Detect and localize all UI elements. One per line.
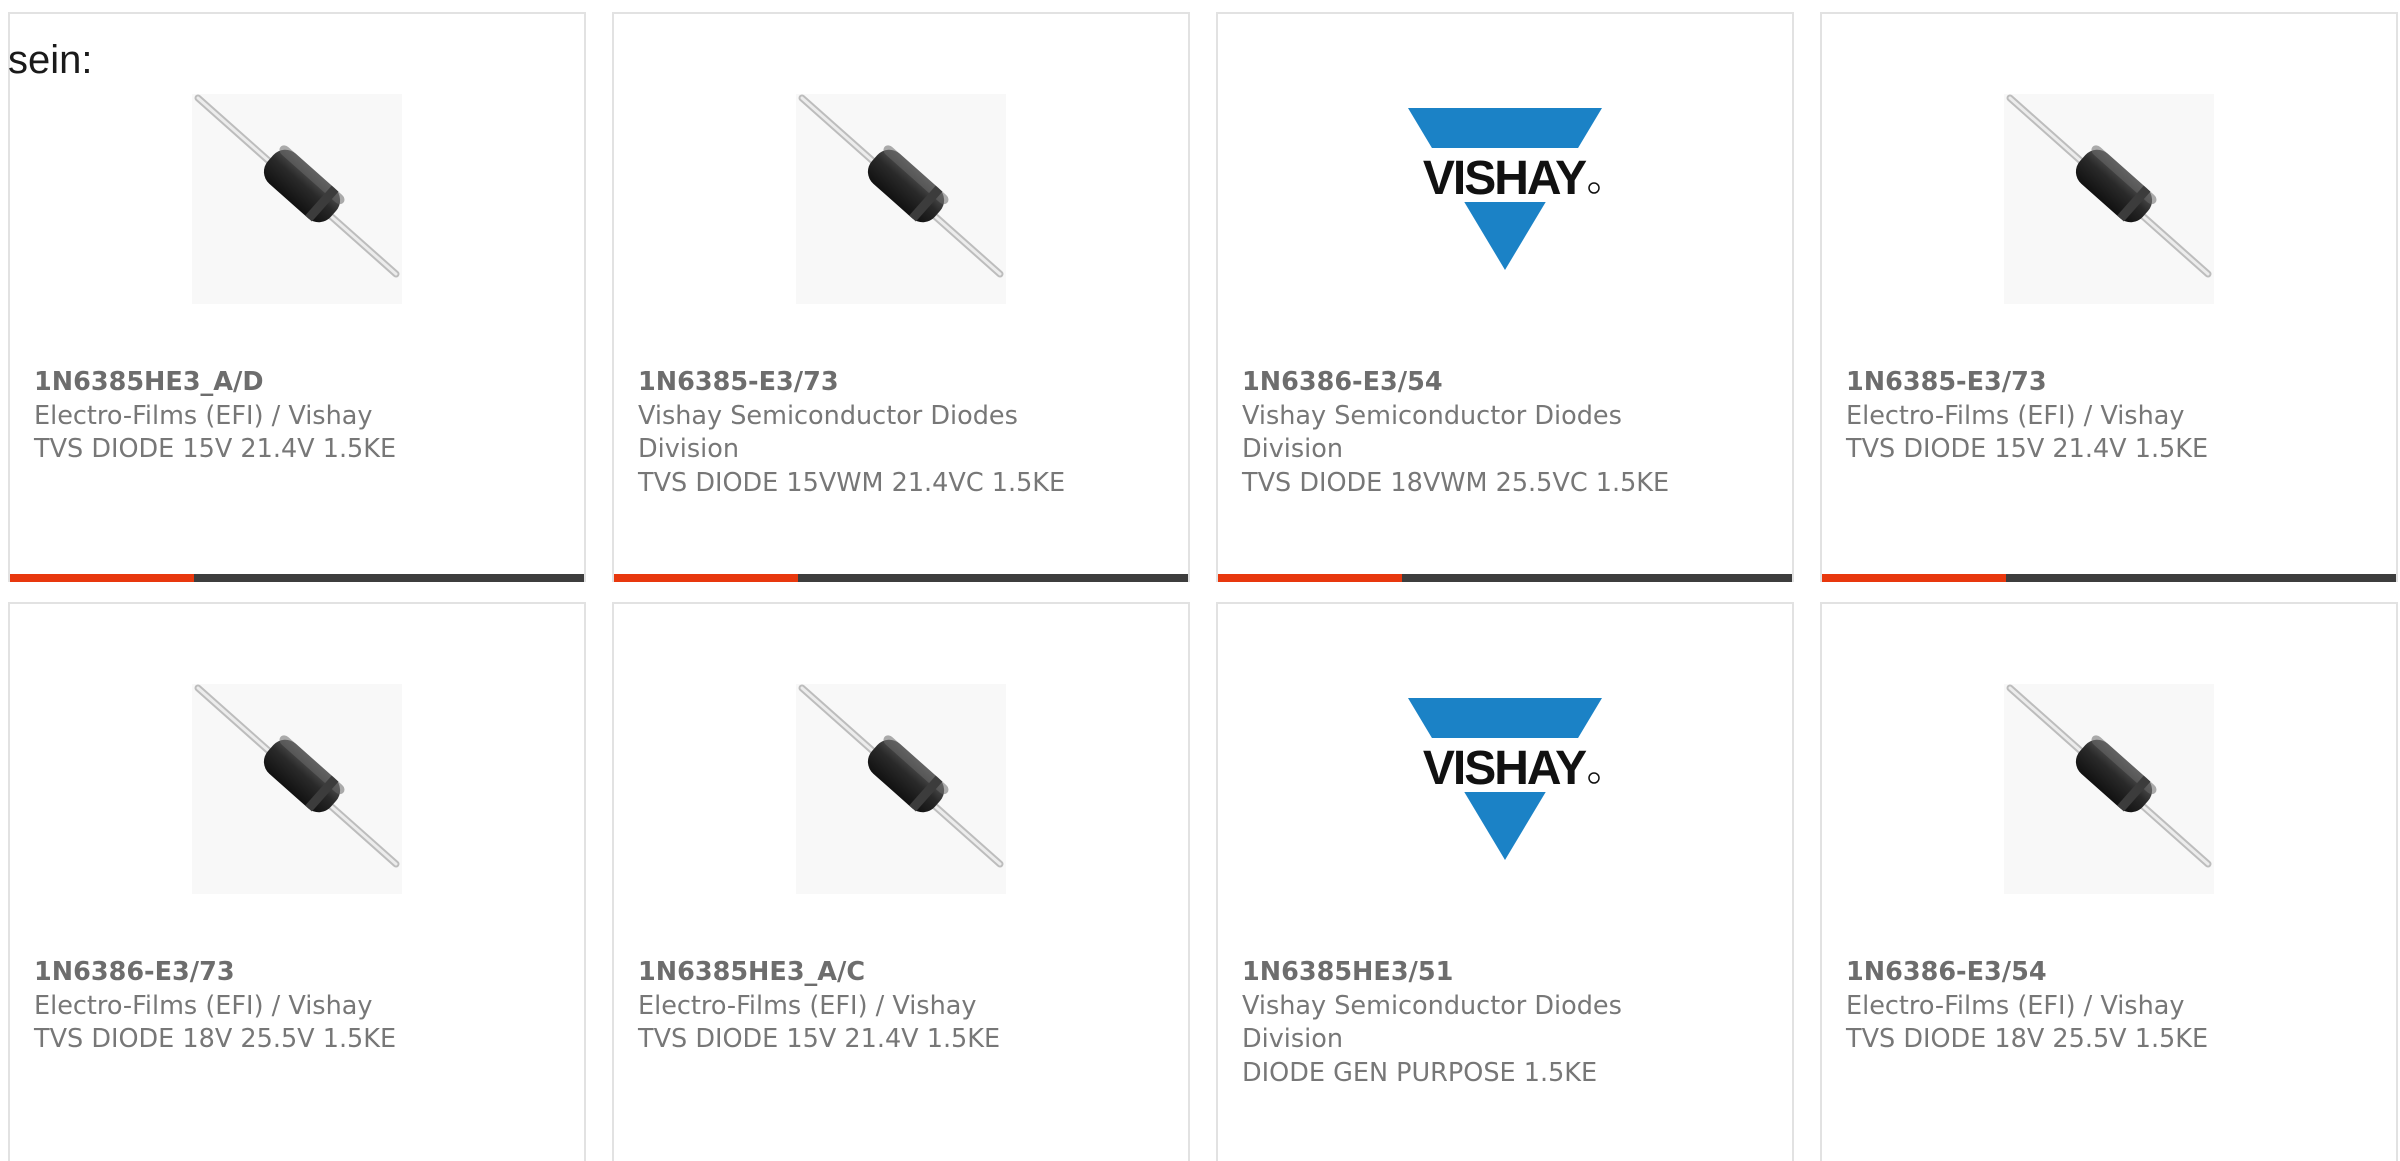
part-number-link[interactable]: 1N6385HE3_A/D bbox=[34, 366, 560, 400]
product-image[interactable] bbox=[10, 684, 584, 894]
diode-icon bbox=[2004, 94, 2214, 304]
part-number-link[interactable]: 1N6385-E3/73 bbox=[638, 366, 1164, 400]
product-grid: 1N6385HE3_A/D Electro-Films (EFI) / Visha… bbox=[0, 0, 2400, 1161]
product-info: 1N6386-E3/54 Vishay Semiconductor Diodes … bbox=[1242, 366, 1768, 500]
vishay-logo-text: VISHAY bbox=[1423, 742, 1587, 795]
manufacturer-name: Electro-Films (EFI) / Vishay bbox=[34, 990, 373, 1021]
vishay-logo-icon: VISHAY bbox=[1400, 94, 1610, 304]
product-info: 1N6385HE3/51 Vishay Semiconductor Diodes … bbox=[1242, 956, 1768, 1090]
product-image[interactable] bbox=[614, 684, 1188, 894]
manufacturer-name: Electro-Films (EFI) / Vishay bbox=[34, 400, 373, 431]
part-number-link[interactable]: 1N6386-E3/54 bbox=[1846, 956, 2372, 990]
product-logo-image[interactable]: VISHAY bbox=[1218, 94, 1792, 304]
product-description: TVS DIODE 18V 25.5V 1.5KE bbox=[1846, 1024, 2209, 1054]
diode-icon bbox=[796, 684, 1006, 894]
carousel-progress-fill bbox=[1822, 574, 2006, 582]
carousel-progress-bar bbox=[1822, 574, 2396, 582]
section-prefix-text: sein: bbox=[8, 38, 93, 82]
part-number-link[interactable]: 1N6386-E3/73 bbox=[34, 956, 560, 990]
product-image[interactable] bbox=[1822, 94, 2396, 304]
product-carousel-page: 1N6385HE3_A/D Electro-Films (EFI) / Visha… bbox=[0, 0, 2400, 1161]
product-image[interactable] bbox=[614, 94, 1188, 304]
product-description: TVS DIODE 15V 21.4V 1.5KE bbox=[638, 1024, 1001, 1054]
product-card[interactable]: VISHAY 1N6386-E3/54 Vishay Semiconductor … bbox=[1216, 12, 1794, 582]
product-card[interactable]: 1N6385-E3/73 Vishay Semiconductor Diodes … bbox=[612, 12, 1190, 582]
product-info: 1N6385HE3_A/C Electro-Films (EFI) / Visha… bbox=[638, 956, 1164, 1057]
carousel-progress-fill bbox=[1218, 574, 1402, 582]
diode-icon bbox=[2004, 684, 2214, 894]
carousel-progress-bar bbox=[10, 574, 584, 582]
part-number-link[interactable]: 1N6386-E3/54 bbox=[1242, 366, 1768, 400]
product-info: 1N6386-E3/54 Electro-Films (EFI) / Vishay… bbox=[1846, 956, 2372, 1057]
product-description: TVS DIODE 18V 25.5V 1.5KE bbox=[34, 1024, 397, 1054]
product-card[interactable]: VISHAY 1N6385HE3/51 Vishay Semiconductor … bbox=[1216, 602, 1794, 1161]
product-description: TVS DIODE 15V 21.4V 1.5KE bbox=[34, 434, 397, 464]
product-card[interactable]: 1N6386-E3/73 Electro-Films (EFI) / Vishay… bbox=[8, 602, 586, 1161]
carousel-progress-fill bbox=[10, 574, 194, 582]
product-description: TVS DIODE 18VWM 25.5VC 1.5KE bbox=[1242, 467, 1670, 498]
carousel-progress-fill bbox=[614, 574, 798, 582]
product-card[interactable]: 1N6385HE3_A/D Electro-Films (EFI) / Visha… bbox=[8, 12, 586, 582]
part-number-link[interactable]: 1N6385HE3/51 bbox=[1242, 956, 1768, 990]
manufacturer-name: Vishay Semiconductor Diodes Division bbox=[1242, 400, 1622, 465]
part-number-link[interactable]: 1N6385-E3/73 bbox=[1846, 366, 2372, 400]
product-info: 1N6385HE3_A/D Electro-Films (EFI) / Visha… bbox=[34, 366, 560, 467]
manufacturer-name: Vishay Semiconductor Diodes Division bbox=[638, 400, 1018, 465]
diode-icon bbox=[192, 94, 402, 304]
product-info: 1N6385-E3/73 Vishay Semiconductor Diodes … bbox=[638, 366, 1164, 500]
product-image[interactable] bbox=[10, 94, 584, 304]
carousel-progress-bar bbox=[1218, 574, 1792, 582]
carousel-progress-bar bbox=[614, 574, 1188, 582]
part-number-link[interactable]: 1N6385HE3_A/C bbox=[638, 956, 1164, 990]
product-card[interactable]: 1N6385-E3/73 Electro-Films (EFI) / Vishay… bbox=[1820, 12, 2398, 582]
vishay-logo-text: VISHAY bbox=[1423, 152, 1587, 205]
product-description: TVS DIODE 15VWM 21.4VC 1.5KE bbox=[638, 467, 1066, 498]
product-image[interactable] bbox=[1822, 684, 2396, 894]
product-card[interactable]: 1N6385HE3_A/C Electro-Films (EFI) / Visha… bbox=[612, 602, 1190, 1161]
product-info: 1N6385-E3/73 Electro-Films (EFI) / Vishay… bbox=[1846, 366, 2372, 467]
manufacturer-name: Electro-Films (EFI) / Vishay bbox=[638, 990, 977, 1021]
manufacturer-name: Electro-Films (EFI) / Vishay bbox=[1846, 400, 2185, 431]
manufacturer-name: Vishay Semiconductor Diodes Division bbox=[1242, 990, 1622, 1055]
product-description: DIODE GEN PURPOSE 1.5KE bbox=[1242, 1057, 1598, 1088]
product-description: TVS DIODE 15V 21.4V 1.5KE bbox=[1846, 434, 2209, 464]
manufacturer-name: Electro-Films (EFI) / Vishay bbox=[1846, 990, 2185, 1021]
diode-icon bbox=[796, 94, 1006, 304]
vishay-logo-icon: VISHAY bbox=[1400, 684, 1610, 894]
product-card[interactable]: 1N6386-E3/54 Electro-Films (EFI) / Vishay… bbox=[1820, 602, 2398, 1161]
product-logo-image[interactable]: VISHAY bbox=[1218, 684, 1792, 894]
product-info: 1N6386-E3/73 Electro-Films (EFI) / Vishay… bbox=[34, 956, 560, 1057]
diode-icon bbox=[192, 684, 402, 894]
